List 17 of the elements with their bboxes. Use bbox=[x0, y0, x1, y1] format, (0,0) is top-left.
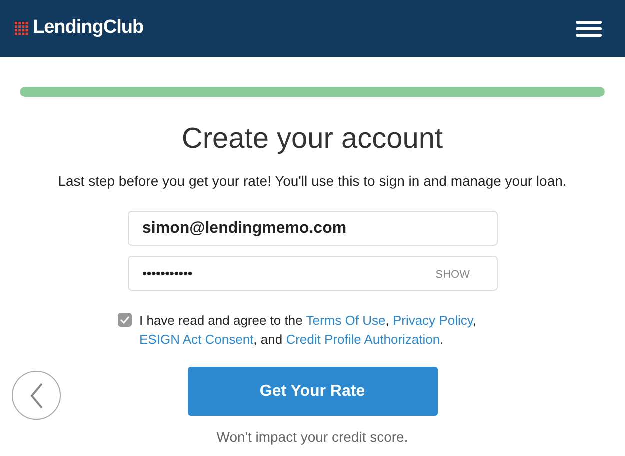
credit-note: Won't impact your credit score. bbox=[216, 428, 410, 447]
email-field[interactable]: simon@lendingmemo.com bbox=[128, 211, 498, 246]
link[interactable]: ESIGN Act Consent bbox=[140, 332, 254, 347]
link[interactable]: Terms Of Use bbox=[306, 313, 386, 328]
show-password-button[interactable]: SHOW bbox=[436, 267, 470, 284]
subtitle: Last step before you get your rate! You'll use this to sign in and manage your loan. bbox=[57, 172, 568, 191]
menu-icon[interactable] bbox=[576, 20, 602, 36]
agree-checkbox[interactable] bbox=[118, 313, 132, 327]
chevron-left-icon bbox=[30, 382, 44, 408]
get-rate-button[interactable]: Get Your Rate bbox=[188, 367, 438, 416]
back-button[interactable] bbox=[12, 371, 61, 420]
agreement-text: I have read and agree to the Terms Of Use, Privacy Policy, ESIGN Act Consent, and Credit Profile Authorization. bbox=[140, 312, 478, 349]
logo-icon bbox=[15, 22, 29, 36]
page-title: Create your account bbox=[180, 122, 444, 157]
link[interactable]: Credit Profile Authorization bbox=[286, 332, 440, 347]
link[interactable]: Privacy Policy bbox=[392, 313, 473, 328]
logo[interactable]: LendingClub bbox=[33, 14, 144, 43]
